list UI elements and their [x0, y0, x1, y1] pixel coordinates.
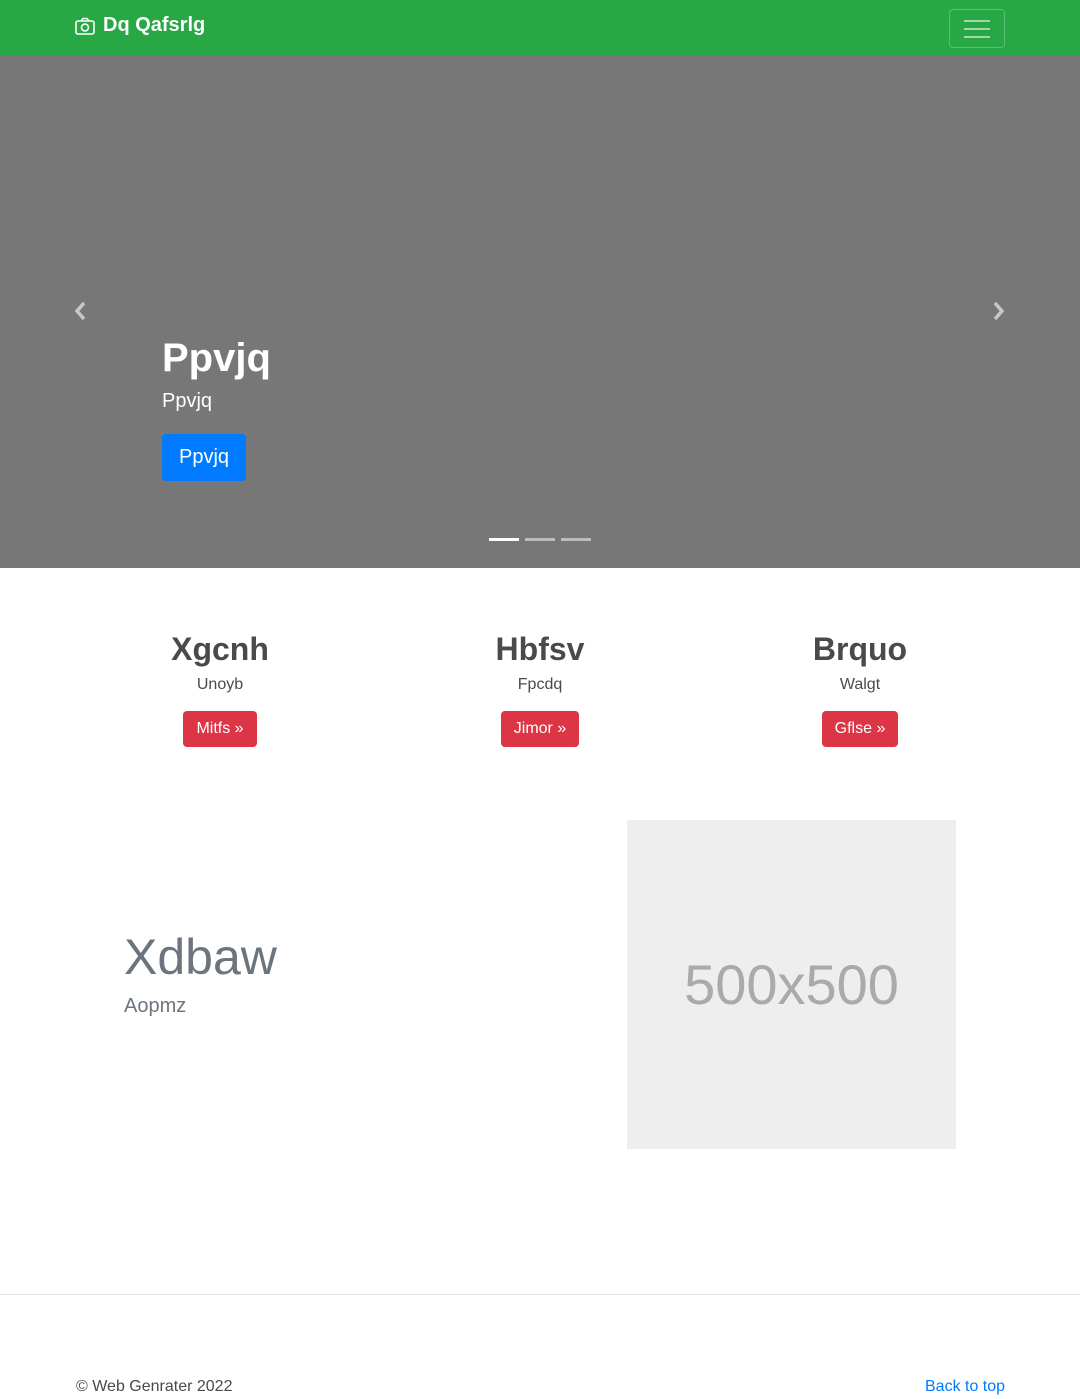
- carousel-indicators: [489, 538, 591, 541]
- carousel-indicator-2[interactable]: [525, 538, 555, 541]
- placeholder-label: 500x500: [684, 953, 899, 1016]
- column-text: Fpcdq: [517, 676, 563, 694]
- marketing-column-3: Brquo Walgt Gflse »: [700, 630, 1020, 748]
- footer-copyright: © Web Genrater 2022: [76, 1378, 233, 1395]
- brand-link[interactable]: Dq Qafsrlg: [75, 14, 205, 37]
- marketing-column-2: Hbfsv Fpcdq Jimor »: [380, 630, 700, 748]
- carousel-caption: Ppvjq Ppvjq Ppvjq: [162, 334, 271, 481]
- featurette-heading: Xdbaw: [124, 929, 277, 985]
- chevron-left-icon: [74, 301, 86, 321]
- marketing-column-1: Xgcnh Unoyb Mitfs »: [60, 630, 380, 748]
- carousel-indicator-1[interactable]: [489, 538, 519, 541]
- featurette-image-placeholder: 500x500: [627, 820, 956, 1149]
- column-text: Unoyb: [196, 676, 244, 694]
- column-heading: Hbfsv: [495, 631, 585, 667]
- navbar-toggler-button[interactable]: [949, 9, 1005, 48]
- navbar: Dq Qafsrlg: [0, 0, 1080, 56]
- chevron-right-icon: [993, 301, 1005, 321]
- column-button[interactable]: Mitfs »: [183, 711, 257, 748]
- hero-carousel: Ppvjq Ppvjq Ppvjq: [0, 56, 1080, 568]
- carousel-next-control[interactable]: [983, 296, 1013, 326]
- carousel-indicator-3[interactable]: [561, 538, 591, 541]
- back-to-top-link[interactable]: Back to top: [925, 1378, 1005, 1396]
- carousel-heading: Ppvjq: [162, 336, 271, 380]
- carousel-cta-button[interactable]: Ppvjq: [162, 434, 247, 481]
- footer-divider: [0, 1294, 1080, 1295]
- carousel-text: Ppvjq: [162, 390, 213, 412]
- column-heading: Xgcnh: [171, 631, 269, 667]
- column-button[interactable]: Gflse »: [821, 711, 899, 748]
- camera-icon: [75, 17, 95, 35]
- column-button[interactable]: Jimor »: [500, 711, 580, 748]
- column-heading: Brquo: [812, 631, 908, 667]
- brand-name: Dq Qafsrlg: [103, 14, 206, 36]
- carousel-prev-control[interactable]: [66, 296, 96, 326]
- featurette-lead: Aopmz: [124, 995, 187, 1017]
- hamburger-menu-icon: [964, 19, 990, 38]
- column-text: Walgt: [839, 676, 881, 694]
